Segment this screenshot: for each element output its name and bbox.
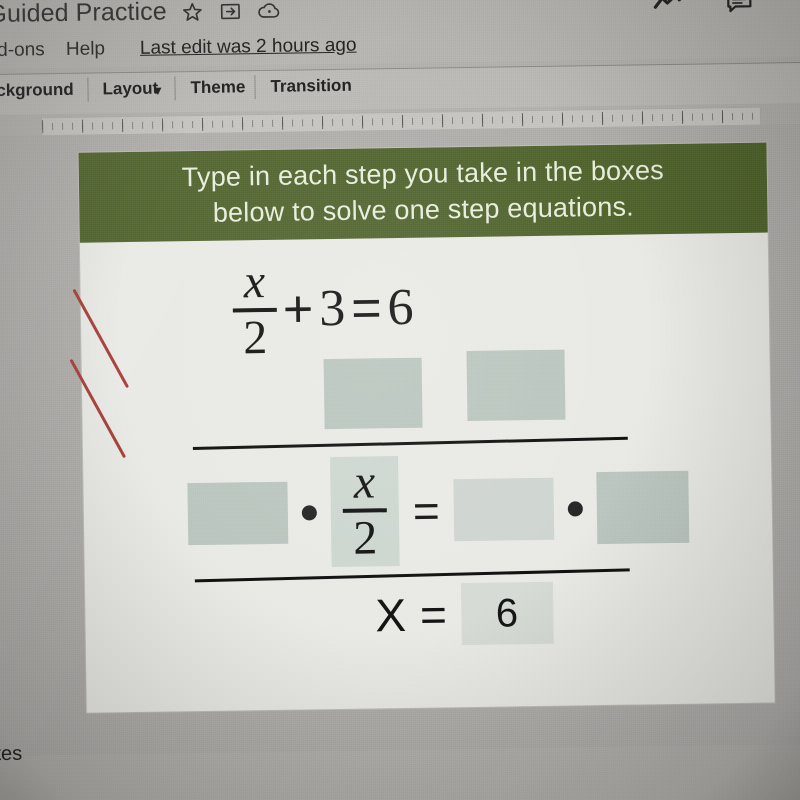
- answer-box-final[interactable]: 6: [460, 581, 554, 646]
- divider-line-1: [192, 436, 628, 450]
- fraction-numerator-row2: x: [353, 455, 376, 509]
- equation-work-area: x 2 + 3 = 6 x 2 = X = 6: [80, 241, 775, 713]
- toolbar-separator-1: [87, 77, 89, 102]
- theme-button[interactable]: Theme: [190, 77, 245, 98]
- slide-editor-area: Type in each step you take in the boxes …: [0, 123, 800, 757]
- comments-icon[interactable]: [725, 0, 753, 17]
- equals-operator-row1: =: [350, 279, 383, 338]
- document-title[interactable]: Guided Practice: [0, 0, 167, 29]
- fraction-x-over-2: x 2: [232, 255, 278, 365]
- star-icon[interactable]: [181, 1, 203, 27]
- menu-item-addons[interactable]: Add-ons: [0, 39, 45, 62]
- equation-row-3: X = 6: [374, 581, 554, 647]
- background-button[interactable]: Background: [0, 80, 74, 101]
- move-to-folder-icon[interactable]: [219, 1, 241, 25]
- multiply-dot-1: [301, 504, 317, 520]
- speaker-notes-label[interactable]: otes: [0, 743, 22, 767]
- fraction-highlight-box[interactable]: x 2: [330, 455, 400, 568]
- toolbar-separator-2: [174, 76, 176, 101]
- last-edit-link[interactable]: Last edit was 2 hours ago: [140, 35, 357, 60]
- slide-banner[interactable]: Type in each step you take in the boxes …: [78, 142, 768, 243]
- answer-box-row1-right[interactable]: [466, 349, 566, 422]
- fraction-numerator: x: [243, 255, 266, 309]
- equation-row-1: x 2 + 3 = 6: [232, 255, 414, 365]
- answer-box-row2-middle[interactable]: [453, 477, 555, 542]
- equation-row-2: x 2 =: [187, 452, 690, 569]
- slide-instruction-text: Type in each step you take in the boxes …: [181, 155, 665, 228]
- titlebar-right-icons: [653, 0, 753, 18]
- activity-dashboard-icon[interactable]: [653, 0, 683, 17]
- answer-box-row1-left[interactable]: [323, 357, 423, 430]
- divider-line-2: [194, 568, 630, 583]
- cloud-saved-icon[interactable]: [257, 2, 281, 24]
- fraction-denominator: 2: [242, 310, 268, 365]
- multiply-dot-2: [567, 500, 583, 517]
- result-six: 6: [387, 278, 414, 337]
- title-icon-group: [181, 0, 281, 27]
- answer-box-row2-left[interactable]: [187, 481, 289, 546]
- addend-three: 3: [318, 279, 346, 338]
- toolbar-separator-3: [254, 75, 256, 100]
- equals-operator-row3: =: [419, 588, 448, 641]
- equals-operator-row2: =: [412, 484, 441, 537]
- layout-button[interactable]: Layout: [102, 79, 158, 100]
- transition-button[interactable]: Transition: [270, 76, 352, 97]
- google-slides-window: Guided Practice Add-ons Help Last edit w…: [0, 0, 800, 800]
- screen-photograph: Guided Practice Add-ons Help Last edit w…: [0, 0, 800, 800]
- plus-operator: +: [282, 280, 314, 339]
- variable-x: X: [374, 588, 407, 642]
- chevron-down-icon[interactable]: ▾: [154, 83, 161, 99]
- fraction-x-over-2-row2: x 2: [342, 455, 388, 565]
- slide-canvas[interactable]: Type in each step you take in the boxes …: [69, 142, 775, 713]
- menu-item-help[interactable]: Help: [66, 38, 105, 61]
- fraction-denominator-row2: 2: [352, 511, 378, 565]
- answer-box-row2-right[interactable]: [596, 470, 690, 545]
